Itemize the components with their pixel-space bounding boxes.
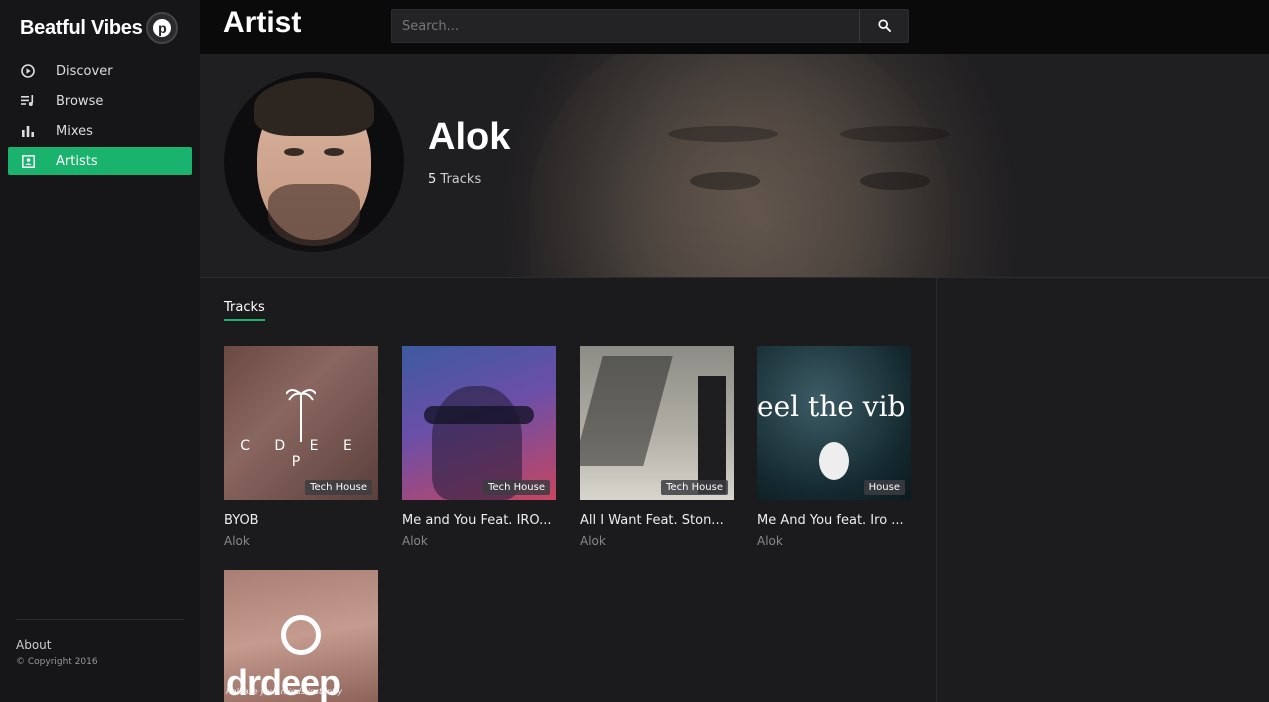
sidebar-item-mixes[interactable]: Mixes — [8, 117, 192, 145]
track-title[interactable]: BYOB — [224, 513, 378, 528]
sidebar-item-label: Mixes — [56, 123, 93, 139]
track-artist[interactable]: Alok — [757, 534, 911, 548]
copyright-text: © Copyright 2016 — [16, 657, 98, 667]
palm-tree-icon — [286, 389, 316, 442]
artwork-subtext: Release your minds instantly — [226, 687, 343, 696]
tab-tracks[interactable]: Tracks — [224, 300, 265, 321]
sidebar: Beatful Vibes p Discover Browse Mixes Ar… — [0, 0, 200, 702]
track-artwork[interactable]: Tech House — [580, 346, 734, 500]
genre-badge: Tech House — [483, 480, 550, 495]
about-link[interactable]: About — [16, 638, 51, 652]
search-icon — [877, 17, 891, 36]
track-title[interactable]: Me and You Feat. IRO... — [402, 513, 556, 528]
artist-name: Alok — [428, 116, 511, 158]
artist-track-count: 5 Tracks — [428, 172, 481, 187]
genre-badge: Tech House — [661, 480, 728, 495]
track-card[interactable]: eel the vib House Me And You feat. Iro .… — [757, 346, 911, 548]
search-input[interactable] — [392, 10, 860, 42]
playlist-icon — [20, 93, 36, 109]
hero-background-detail — [860, 172, 930, 190]
genre-badge: House — [863, 480, 905, 495]
page-title: Artist — [223, 6, 302, 39]
bar-chart-icon — [20, 123, 36, 139]
track-artwork[interactable]: C D E E P Tech House — [224, 346, 378, 500]
hero-background-detail — [840, 126, 950, 142]
artwork-text: eel the vib — [757, 390, 906, 423]
logo-badge-icon: p — [146, 12, 179, 44]
hero-background-detail — [668, 126, 778, 142]
logo-icon — [819, 442, 849, 480]
track-artist[interactable]: Alok — [224, 534, 378, 548]
sidebar-item-artists[interactable]: Artists — [8, 147, 192, 175]
track-artwork[interactable]: eel the vib House — [757, 346, 911, 500]
sidebar-item-discover[interactable]: Discover — [8, 57, 192, 85]
sidebar-item-label: Browse — [56, 93, 104, 109]
search-button[interactable] — [859, 10, 908, 42]
sidebar-nav: Discover Browse Mixes Artists — [8, 57, 192, 177]
search-box — [391, 9, 909, 43]
track-artwork[interactable]: Tech House — [402, 346, 556, 500]
right-panel — [936, 278, 1269, 702]
top-bar: Artist — [200, 0, 1269, 54]
artwork-text: C D E E P — [240, 438, 362, 470]
artist-hero: Alok 5 Tracks — [200, 54, 1269, 278]
tracks-panel: Tracks C D E E P Tech House BYOB Alok Te… — [200, 278, 936, 702]
person-card-icon — [20, 153, 36, 169]
sidebar-item-browse[interactable]: Browse — [8, 87, 192, 115]
track-artwork[interactable]: drdeep Release your minds instantly — [224, 570, 378, 702]
track-card[interactable]: Tech House Me and You Feat. IRO... Alok — [402, 346, 556, 548]
track-title[interactable]: All I Want Feat. Ston... — [580, 513, 734, 528]
sunglasses-image — [424, 406, 534, 424]
app-name: Beatful Vibes — [20, 16, 143, 39]
track-title[interactable]: Me And You feat. Iro ... — [757, 513, 911, 528]
play-circle-icon — [20, 63, 36, 79]
track-artist[interactable]: Alok — [580, 534, 734, 548]
artist-avatar — [224, 72, 404, 252]
track-card[interactable]: drdeep Release your minds instantly — [224, 570, 378, 702]
track-card[interactable]: Tech House All I Want Feat. Ston... Alok — [580, 346, 734, 548]
track-count-number: 5 — [428, 172, 437, 187]
track-card[interactable]: C D E E P Tech House BYOB Alok — [224, 346, 378, 548]
logo-badge-letter: p — [153, 19, 172, 37]
artwork-text: drdeep — [226, 662, 341, 702]
track-artist[interactable]: Alok — [402, 534, 556, 548]
sidebar-divider — [16, 619, 184, 620]
sidebar-item-label: Artists — [56, 153, 98, 169]
track-count-label: Tracks — [440, 172, 482, 187]
hero-background-image — [530, 54, 950, 278]
app-logo[interactable]: Beatful Vibes p — [20, 12, 179, 44]
drdeep-logo-icon — [281, 615, 321, 655]
sidebar-item-label: Discover — [56, 63, 113, 79]
genre-badge: Tech House — [305, 480, 372, 495]
hero-background-detail — [690, 172, 760, 190]
